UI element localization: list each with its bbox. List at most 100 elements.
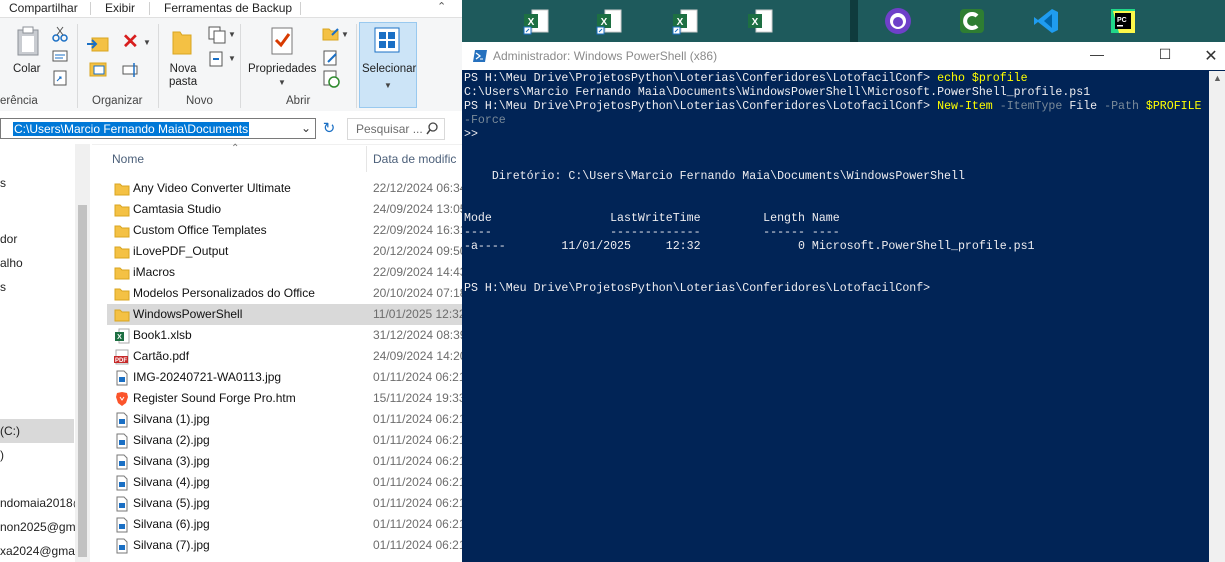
vscode-icon[interactable] bbox=[1032, 7, 1060, 35]
file-date: 01/11/2024 06:21 bbox=[373, 496, 462, 510]
file-row[interactable]: Register Sound Forge Pro.htm 15/11/2024 1… bbox=[107, 388, 462, 409]
nav-scrollbar-thumb[interactable] bbox=[78, 205, 87, 557]
chevron-down-icon[interactable]: ⌄ bbox=[301, 121, 311, 135]
file-row[interactable]: Silvana (7).jpg 01/11/2024 06:21 bbox=[107, 535, 462, 556]
excel-shortcut-icon[interactable]: X bbox=[595, 7, 623, 35]
console-text-segment: Mode LastWriteTime Length Name bbox=[464, 212, 840, 225]
image-file-icon bbox=[114, 454, 130, 470]
console-scrollbar[interactable]: ▲ bbox=[1209, 71, 1225, 562]
chevron-down-icon[interactable]: ▼ bbox=[228, 30, 236, 39]
nav-item-account[interactable]: non2025@gma bbox=[0, 520, 82, 534]
copy-to-icon[interactable] bbox=[86, 60, 110, 80]
maximize-icon[interactable]: ☐ bbox=[1145, 46, 1185, 66]
nav-item[interactable]: s bbox=[0, 176, 6, 190]
chevron-down-icon[interactable]: ▼ bbox=[143, 38, 151, 47]
open-icon[interactable] bbox=[322, 26, 340, 42]
cut-icon[interactable] bbox=[52, 26, 68, 42]
easy-access-icon[interactable] bbox=[208, 50, 226, 68]
properties-button[interactable]: Propriedades bbox=[248, 63, 316, 76]
file-row[interactable]: Silvana (6).jpg 01/11/2024 06:21 bbox=[107, 514, 462, 535]
delete-icon[interactable]: ✕ bbox=[122, 32, 139, 52]
address-bar[interactable]: C:\Users\Marcio Fernando Maia\Documents … bbox=[0, 118, 316, 139]
image-file-icon bbox=[114, 433, 130, 449]
folder-row[interactable]: WindowsPowerShell 11/01/2025 12:32 bbox=[107, 304, 462, 325]
console-text-segment: C:\Users\Marcio Fernando Maia\Documents\… bbox=[464, 86, 1091, 99]
folder-row[interactable]: iMacros 22/09/2024 14:43 bbox=[107, 262, 462, 283]
file-row[interactable]: Silvana (2).jpg 01/11/2024 06:21 bbox=[107, 430, 462, 451]
image-file-icon bbox=[114, 475, 130, 491]
folder-row[interactable]: Modelos Personalizados do Office 20/10/20… bbox=[107, 283, 462, 304]
file-name: Silvana (6).jpg bbox=[133, 517, 210, 531]
file-row[interactable]: Silvana (3).jpg 01/11/2024 06:21 bbox=[107, 451, 462, 472]
close-icon[interactable]: ✕ bbox=[1191, 46, 1225, 66]
folder-row[interactable]: iLovePDF_Output 20/12/2024 09:50 bbox=[107, 241, 462, 262]
nav-item[interactable]: alho bbox=[0, 256, 23, 270]
camtasia-icon[interactable] bbox=[958, 7, 986, 35]
github-desktop-icon[interactable] bbox=[884, 7, 912, 35]
history-icon[interactable] bbox=[322, 70, 340, 88]
file-row[interactable]: X Book1.xlsb 31/12/2024 08:39 bbox=[107, 325, 462, 346]
file-row[interactable]: Silvana (1).jpg 01/11/2024 06:21 bbox=[107, 409, 462, 430]
new-folder-icon[interactable] bbox=[171, 28, 193, 56]
image-file-icon bbox=[114, 370, 130, 386]
console-text-segment: -ItemType bbox=[999, 100, 1070, 113]
chevron-down-icon[interactable]: ▼ bbox=[228, 54, 236, 63]
chevron-down-icon[interactable]: ▼ bbox=[278, 78, 286, 87]
refresh-icon[interactable]: ↻ bbox=[320, 120, 338, 138]
search-input[interactable]: Pesquisar ... bbox=[347, 118, 445, 140]
powershell-console-output[interactable]: PS H:\Meu Drive\ProjetosPython\Loterias\… bbox=[462, 71, 1209, 562]
file-date: 11/01/2025 12:32 bbox=[373, 307, 462, 321]
folder-row[interactable]: Custom Office Templates 22/09/2024 16:31 bbox=[107, 220, 462, 241]
rename-icon[interactable] bbox=[122, 62, 140, 78]
paste-shortcut-icon[interactable] bbox=[52, 70, 68, 86]
tab-exibir[interactable]: Exibir bbox=[105, 1, 135, 15]
file-date: 24/09/2024 13:05 bbox=[373, 202, 462, 216]
minimize-icon[interactable]: — bbox=[1077, 46, 1117, 66]
nav-item-account[interactable]: ndomaia2018@ bbox=[0, 496, 85, 510]
paste-button[interactable]: Colar bbox=[13, 63, 40, 76]
ribbon-expand-icon[interactable]: ⌃ bbox=[437, 0, 446, 13]
paste-icon[interactable] bbox=[17, 26, 39, 56]
file-name: iLovePDF_Output bbox=[133, 244, 229, 258]
tab-separator bbox=[90, 2, 91, 15]
console-line: -Force bbox=[464, 114, 506, 128]
move-to-icon[interactable] bbox=[86, 34, 110, 54]
pycharm-icon[interactable]: PC bbox=[1109, 7, 1137, 35]
properties-icon[interactable] bbox=[269, 26, 295, 56]
chevron-down-icon[interactable]: ▼ bbox=[341, 30, 349, 39]
file-row[interactable]: IMG-20240721-WA0113.jpg 01/11/2024 06:21 bbox=[107, 367, 462, 388]
column-separator[interactable] bbox=[366, 146, 367, 172]
svg-text:X: X bbox=[601, 17, 608, 28]
address-text[interactable]: C:\Users\Marcio Fernando Maia\Documents bbox=[13, 122, 250, 136]
image-file-icon bbox=[114, 412, 130, 428]
powershell-window: Administrador: Windows PowerShell (x86) … bbox=[462, 42, 1225, 562]
search-icon bbox=[426, 122, 438, 135]
select-button[interactable]: Selecionar ▼ bbox=[359, 22, 417, 108]
nav-item-account[interactable]: xa2024@gmai bbox=[0, 544, 78, 558]
file-row[interactable]: Silvana (5).jpg 01/11/2024 06:21 bbox=[107, 493, 462, 514]
folder-row[interactable]: Camtasia Studio 24/09/2024 13:05 bbox=[107, 199, 462, 220]
excel-icon[interactable]: X bbox=[746, 7, 774, 35]
nav-item-drive-c[interactable]: (C:) bbox=[0, 424, 20, 438]
tab-ferramentas-backup[interactable]: Ferramentas de Backup bbox=[164, 1, 292, 15]
file-date: 01/11/2024 06:21 bbox=[373, 370, 462, 384]
nav-item[interactable]: ) bbox=[0, 448, 4, 462]
new-folder-button[interactable]: Nova pasta bbox=[169, 63, 197, 89]
edit-icon[interactable] bbox=[322, 50, 340, 66]
file-row[interactable]: Silvana (4).jpg 01/11/2024 06:21 bbox=[107, 472, 462, 493]
nav-item[interactable]: dor bbox=[0, 232, 17, 246]
new-item-icon[interactable] bbox=[208, 26, 226, 44]
column-name[interactable]: Nome bbox=[112, 152, 144, 166]
tab-compartilhar[interactable]: Compartilhar bbox=[9, 1, 78, 15]
powershell-titlebar[interactable]: Administrador: Windows PowerShell (x86) … bbox=[462, 42, 1225, 70]
scroll-up-icon[interactable]: ▲ bbox=[1213, 73, 1222, 83]
file-row[interactable]: PDF Cartão.pdf 24/09/2024 14:20 bbox=[107, 346, 462, 367]
chevron-down-icon: ▼ bbox=[384, 81, 392, 90]
copy-path-icon[interactable] bbox=[52, 49, 68, 63]
excel-shortcut-icon[interactable]: X bbox=[671, 7, 699, 35]
folder-row[interactable]: Any Video Converter Ultimate 22/12/2024 0… bbox=[107, 178, 462, 199]
file-name: iMacros bbox=[133, 265, 176, 279]
column-date[interactable]: Data de modific bbox=[373, 152, 456, 166]
nav-item[interactable]: s bbox=[0, 280, 6, 294]
excel-shortcut-icon[interactable]: X bbox=[522, 7, 550, 35]
